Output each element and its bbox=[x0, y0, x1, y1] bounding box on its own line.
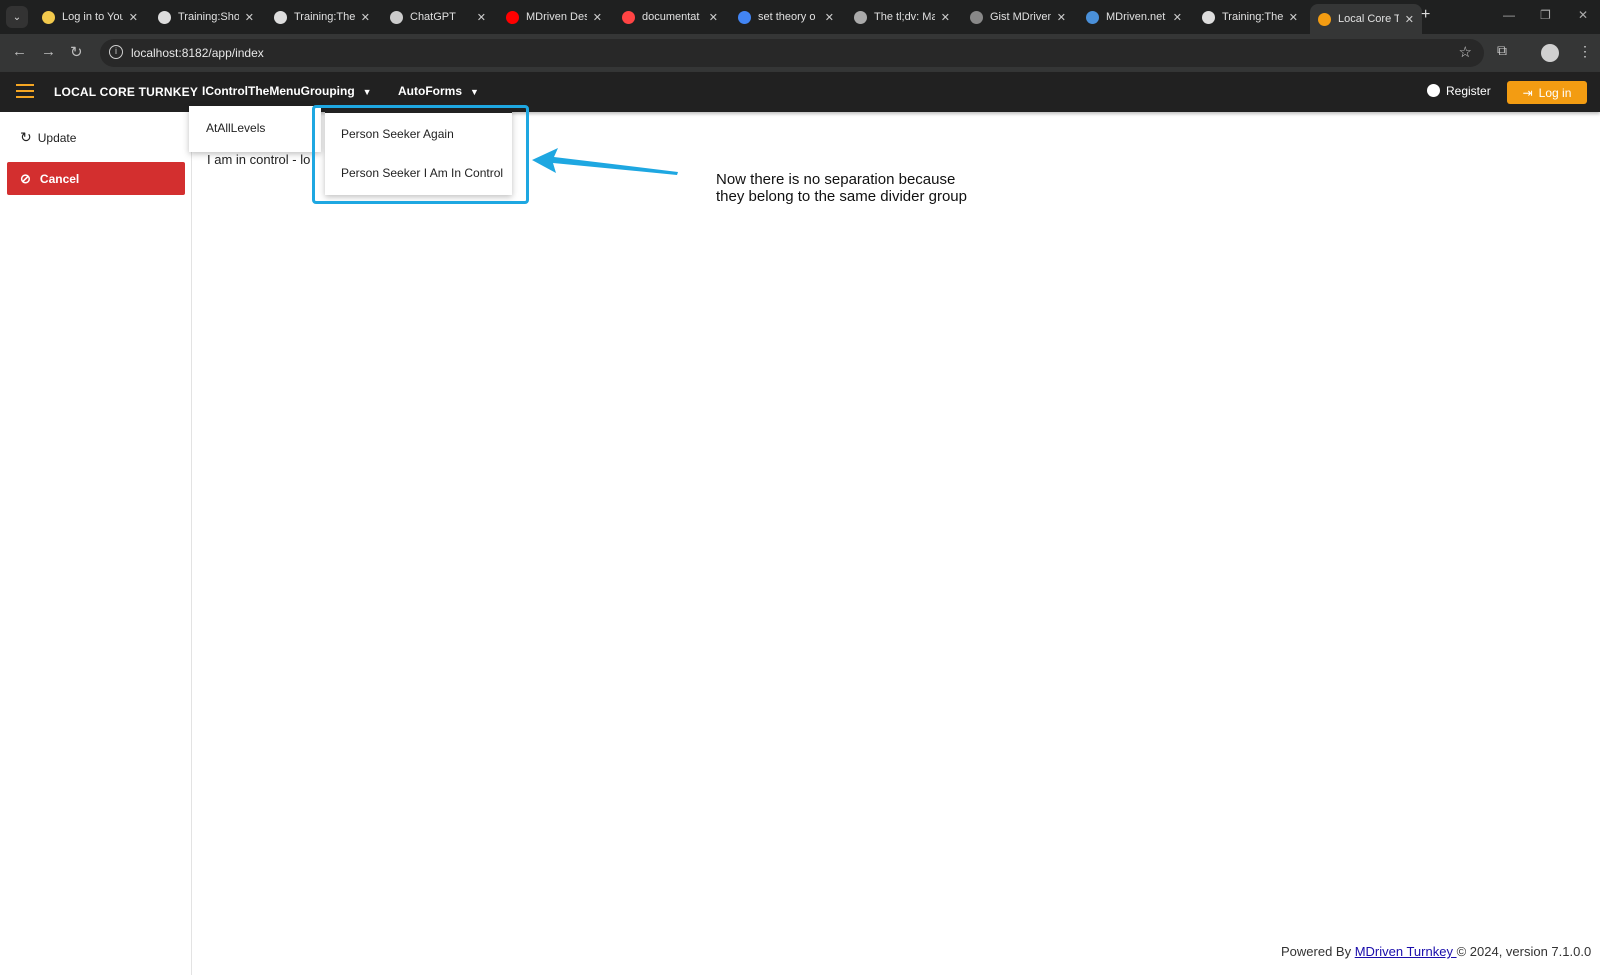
cancel-button[interactable]: ⊘ Cancel bbox=[7, 162, 185, 195]
browser-tab[interactable]: Training:Sho ✕ bbox=[150, 4, 262, 30]
login-button[interactable]: ⇥ Log in bbox=[1507, 81, 1587, 104]
browser-tab[interactable]: Gist MDriven ✕ bbox=[962, 4, 1074, 30]
browser-tab[interactable]: Local Core T ✕ bbox=[1310, 4, 1422, 34]
menu-label: AutoForms bbox=[398, 84, 462, 98]
new-tab-icon[interactable]: + bbox=[1421, 6, 1430, 24]
dropdown-menu-grouping: AtAllLevels bbox=[189, 106, 321, 152]
highlight-box bbox=[312, 105, 529, 204]
tab-label: Training:The bbox=[1222, 11, 1283, 23]
tab-close-icon[interactable]: ✕ bbox=[825, 11, 834, 24]
tab-label: MDriven Des bbox=[526, 11, 587, 23]
caret-down-icon: ▼ bbox=[362, 87, 372, 97]
tab-label: Gist MDriven bbox=[990, 11, 1051, 23]
update-button[interactable]: ↻ Update bbox=[20, 129, 76, 146]
browser-tab[interactable]: Log in to You ✕ bbox=[34, 4, 146, 30]
back-icon[interactable]: ← bbox=[12, 43, 27, 60]
user-circle-icon bbox=[1427, 84, 1440, 97]
browser-tab[interactable]: set theory o ✕ bbox=[730, 4, 842, 30]
login-label: Log in bbox=[1538, 85, 1572, 100]
tab-label: set theory o bbox=[758, 11, 816, 23]
annotation-arrow bbox=[532, 148, 678, 175]
cancel-icon: ⊘ bbox=[20, 170, 31, 186]
register-label: Register bbox=[1446, 84, 1491, 98]
tab-close-icon[interactable]: ✕ bbox=[1057, 11, 1066, 24]
tab-close-icon[interactable]: ✕ bbox=[361, 11, 370, 24]
tab-favicon-icon bbox=[506, 10, 519, 24]
browser-tab[interactable]: documentat ✕ bbox=[614, 4, 726, 30]
arrow-shape bbox=[532, 148, 678, 175]
hamburger-menu-icon[interactable] bbox=[16, 84, 34, 98]
tab-close-icon[interactable]: ✕ bbox=[1289, 11, 1298, 24]
refresh-icon: ↻ bbox=[20, 129, 32, 145]
footer-suffix: © 2024, version 7.1.0.0 bbox=[1456, 944, 1592, 959]
profile-avatar[interactable] bbox=[1541, 44, 1559, 62]
tab-label: Training:Sho bbox=[178, 11, 239, 23]
bookmark-star-icon[interactable]: ☆ bbox=[1459, 43, 1472, 61]
tab-close-icon[interactable]: ✕ bbox=[1173, 11, 1182, 24]
menu-icontrolthemenugrouping[interactable]: IControlTheMenuGrouping ▼ bbox=[202, 84, 372, 98]
browser-tab-bar: ⌄ Log in to You ✕ Training:Sho ✕ Training:Th… bbox=[0, 0, 1600, 34]
browser-tab[interactable]: ChatGPT ✕ bbox=[382, 4, 494, 30]
menu-item-atalllevels[interactable]: AtAllLevels bbox=[206, 121, 265, 135]
tab-close-icon[interactable]: ✕ bbox=[1405, 13, 1414, 26]
register-link[interactable]: Register bbox=[1427, 84, 1491, 98]
tab-favicon-icon bbox=[738, 10, 751, 24]
tab-close-icon[interactable]: ✕ bbox=[129, 11, 138, 24]
tab-favicon-icon bbox=[274, 10, 287, 24]
tab-favicon-icon bbox=[390, 10, 403, 24]
tab-label: documentat bbox=[642, 11, 700, 23]
restore-icon[interactable]: ❐ bbox=[1540, 8, 1551, 22]
tab-label: Training:The bbox=[294, 11, 355, 23]
browser-tab[interactable]: The tl;dv: Ma ✕ bbox=[846, 4, 958, 30]
tab-favicon-icon bbox=[1318, 12, 1331, 26]
tab-search-icon[interactable]: ⌄ bbox=[6, 6, 28, 28]
footer: Powered By MDriven Turnkey © 2024, versi… bbox=[1281, 944, 1591, 959]
cancel-label: Cancel bbox=[39, 171, 80, 186]
annotation-line-2: they belong to the same divider group bbox=[716, 188, 967, 205]
reload-icon[interactable]: ↻ bbox=[70, 43, 83, 61]
footer-prefix: Powered By bbox=[1281, 944, 1355, 959]
browser-tab[interactable]: MDriven.net ✕ bbox=[1078, 4, 1190, 30]
content-text: I am in control - lo bbox=[207, 152, 311, 167]
menu-label: IControlTheMenuGrouping bbox=[202, 84, 355, 98]
tab-label: Local Core T bbox=[1338, 13, 1399, 25]
tab-favicon-icon bbox=[622, 10, 635, 24]
tab-close-icon[interactable]: ✕ bbox=[709, 11, 718, 24]
update-label: Update bbox=[37, 131, 77, 145]
tab-close-icon[interactable]: ✕ bbox=[593, 11, 602, 24]
browser-menu-icon[interactable]: ⋮ bbox=[1578, 43, 1592, 60]
close-window-icon[interactable]: ✕ bbox=[1578, 8, 1588, 22]
tab-close-icon[interactable]: ✕ bbox=[941, 11, 950, 24]
tab-close-icon[interactable]: ✕ bbox=[245, 11, 254, 24]
site-info-icon[interactable]: i bbox=[109, 45, 123, 59]
browser-toolbar: ← → ↻ i localhost:8182/app/index ☆ ⧉ ⋮ bbox=[0, 34, 1600, 72]
tab-favicon-icon bbox=[970, 10, 983, 24]
browser-tab[interactable]: MDriven Des ✕ bbox=[498, 4, 610, 30]
tab-favicon-icon bbox=[158, 10, 171, 24]
tab-label: The tl;dv: Ma bbox=[874, 11, 935, 23]
extensions-icon[interactable]: ⧉ bbox=[1497, 42, 1507, 59]
annotation-text: Now there is no separation because they … bbox=[716, 171, 1036, 205]
tab-label: ChatGPT bbox=[410, 11, 456, 23]
app-brand[interactable]: LOCAL CORE TURNKEY bbox=[54, 85, 198, 99]
browser-tab[interactable]: Training:The ✕ bbox=[1194, 4, 1306, 30]
tab-favicon-icon bbox=[1086, 10, 1099, 24]
menu-autoforms[interactable]: AutoForms ▼ bbox=[398, 84, 479, 98]
annotation-line-1: Now there is no separation because bbox=[716, 171, 956, 188]
footer-link[interactable]: MDriven Turnkey bbox=[1355, 944, 1457, 959]
sidebar: ↻ Update ⊘ Cancel bbox=[0, 112, 192, 975]
tab-favicon-icon bbox=[42, 10, 55, 24]
address-bar[interactable]: i localhost:8182/app/index ☆ bbox=[100, 39, 1484, 67]
browser-tab[interactable]: Training:The ✕ bbox=[266, 4, 378, 30]
tab-label: Log in to You bbox=[62, 11, 123, 23]
minimize-icon[interactable]: — bbox=[1503, 8, 1515, 22]
tab-favicon-icon bbox=[1202, 10, 1215, 24]
forward-icon[interactable]: → bbox=[41, 43, 56, 60]
url-text[interactable]: localhost:8182/app/index bbox=[131, 46, 264, 60]
caret-down-icon: ▼ bbox=[470, 87, 479, 97]
tab-favicon-icon bbox=[854, 10, 867, 24]
login-icon: ⇥ bbox=[1522, 85, 1533, 100]
tab-close-icon[interactable]: ✕ bbox=[477, 11, 486, 24]
tab-label: MDriven.net bbox=[1106, 11, 1166, 23]
